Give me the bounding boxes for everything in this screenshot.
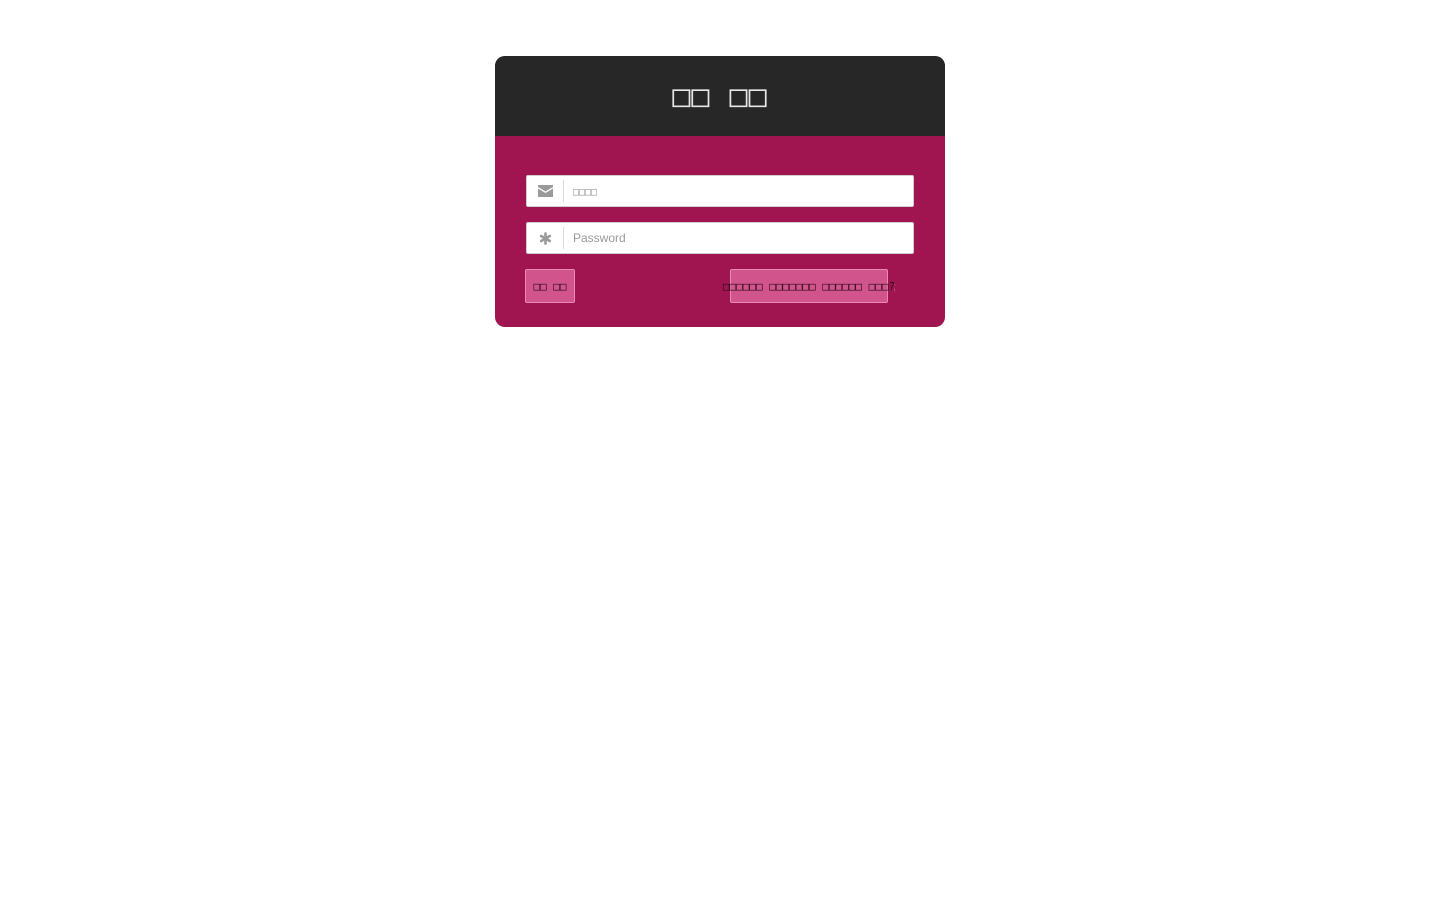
login-button[interactable]: □□ □□ <box>525 269 575 303</box>
email-input[interactable] <box>564 176 913 206</box>
forgot-password-button[interactable]: □□□□□□ □□□□□□□ □□□□□□ □□□? <box>723 269 895 303</box>
envelope-icon <box>527 180 564 202</box>
form-actions: □□ □□ □□□□□□ □□□□□□□ □□□□□□ □□□? ; <box>525 269 914 303</box>
password-input[interactable] <box>564 223 913 253</box>
asterisk-icon <box>527 227 564 249</box>
login-card: □□ □□ □□□□ □□ □□ □□□□□□ □□□□□□□ □□□□□□ □… <box>495 56 945 327</box>
password-field-group <box>526 222 914 254</box>
card-header: □□ □□ <box>495 56 945 136</box>
page-title: □□ □□ <box>672 78 768 114</box>
login-form: □□ □□ □□□□□□ □□□□□□□ □□□□□□ □□□? ; <box>495 136 945 303</box>
email-field-group <box>526 175 914 207</box>
separator-mark: ; <box>893 281 897 293</box>
